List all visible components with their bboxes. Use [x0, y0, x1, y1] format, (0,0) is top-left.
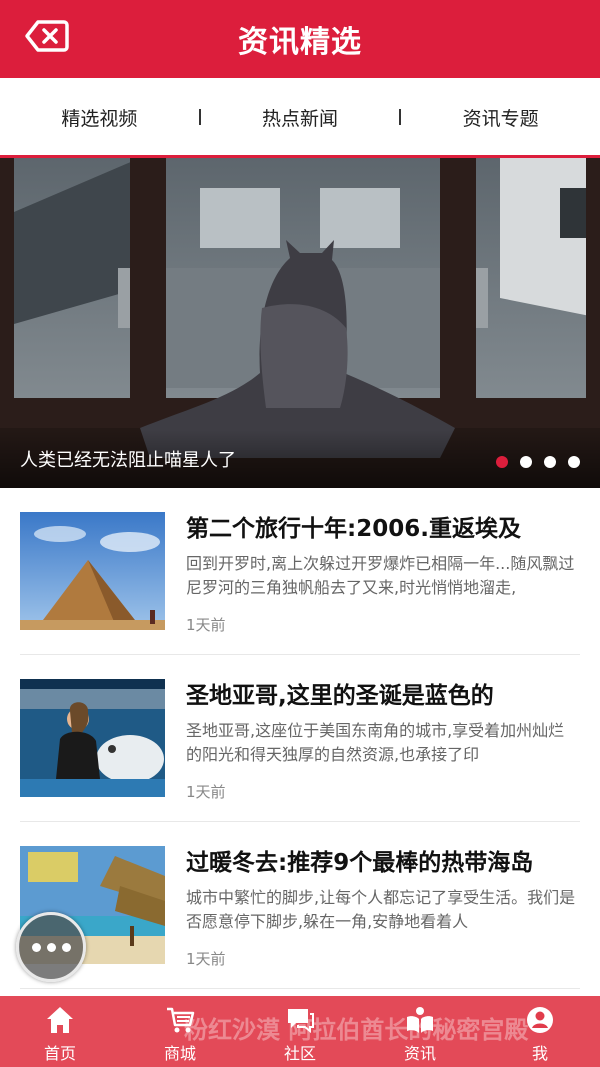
tab-hot-news[interactable]: 热点新闻 [201, 104, 400, 131]
carousel-dot[interactable] [520, 456, 532, 468]
more-dot-icon [31, 942, 41, 952]
article-list: 第二个旅行十年:2006.重返埃及 回到开罗时,离上次躲过开罗爆炸已相隔一年..… [0, 488, 600, 989]
article-item[interactable]: 第二个旅行十年:2006.重返埃及 回到开罗时,离上次躲过开罗爆炸已相隔一年..… [20, 488, 580, 655]
carousel-dot[interactable] [544, 456, 556, 468]
article-thumbnail-pyramid [20, 512, 165, 630]
home-icon [47, 1007, 73, 1033]
nav-item-community[interactable]: 社区 [240, 996, 360, 1067]
nav-label: 首页 [43, 1044, 76, 1063]
article-thumbnail-beluga [20, 679, 165, 797]
news-icon [407, 1007, 433, 1033]
article-time: 1天前 [186, 950, 226, 968]
more-dot-icon [61, 942, 71, 952]
article-summary: 回到开罗时,离上次躲过开罗爆炸已相隔一年...随风飘过尼罗河的三角独帆船去了又来… [186, 554, 575, 597]
banner-caption: 人类已经无法阻止喵星人了 [20, 450, 236, 471]
carousel-indicators [496, 456, 580, 468]
more-dot-icon [46, 942, 56, 952]
article-text: 第二个旅行十年:2006.重返埃及 回到开罗时,离上次躲过开罗爆炸已相隔一年..… [186, 512, 580, 635]
back-button[interactable] [24, 19, 70, 53]
nav-item-me[interactable]: 我 [480, 996, 600, 1067]
nav-label: 资讯 [403, 1044, 436, 1063]
article-time: 1天前 [186, 783, 226, 801]
tab-topics[interactable]: 资讯专题 [401, 104, 600, 131]
article-item[interactable]: 圣地亚哥,这里的圣诞是蓝色的 圣地亚哥,这座位于美国东南角的城市,享受着加州灿烂… [20, 655, 580, 822]
chat-icon [288, 1009, 314, 1034]
article-text: 圣地亚哥,这里的圣诞是蓝色的 圣地亚哥,这座位于美国东南角的城市,享受着加州灿烂… [186, 679, 580, 802]
app-header: 资讯精选 [0, 0, 600, 78]
nav-item-news[interactable]: 资讯 [360, 996, 480, 1067]
article-text: 过暖冬去:推荐9个最棒的热带海岛 城市中繁忙的脚步,让每个人都忘记了享受生活。我… [186, 846, 580, 969]
nav-label: 商城 [163, 1044, 196, 1063]
article-item[interactable]: 过暖冬去:推荐9个最棒的热带海岛 城市中繁忙的脚步,让每个人都忘记了享受生活。我… [20, 822, 580, 989]
tab-featured-video[interactable]: 精选视频 [0, 104, 199, 131]
article-title: 过暖冬去:推荐9个最棒的热带海岛 [186, 850, 534, 876]
cart-icon [167, 1007, 195, 1033]
carousel-dot[interactable] [568, 456, 580, 468]
article-title: 圣地亚哥,这里的圣诞是蓝色的 [186, 683, 494, 709]
page-title: 资讯精选 [238, 25, 362, 60]
carousel-dot[interactable] [496, 456, 508, 468]
nav-item-mall[interactable]: 商城 [120, 996, 240, 1067]
floating-more-button[interactable] [16, 912, 86, 982]
article-title: 第二个旅行十年:2006.重返埃及 [186, 516, 521, 542]
back-delete-icon [25, 20, 69, 52]
category-tabs: 精选视频 热点新闻 资讯专题 [0, 78, 600, 156]
user-icon [527, 1007, 553, 1033]
article-time: 1天前 [186, 616, 226, 634]
nav-label: 社区 [283, 1044, 316, 1063]
nav-label: 我 [531, 1044, 548, 1063]
banner-carousel[interactable]: 人类已经无法阻止喵星人了 [0, 158, 600, 488]
article-summary: 圣地亚哥,这座位于美国东南角的城市,享受着加州灿烂的阳光和得天独厚的自然资源,也… [186, 721, 565, 764]
bottom-nav: 首页 商城 社区 资讯 我 [0, 996, 600, 1067]
article-summary: 城市中繁忙的脚步,让每个人都忘记了享受生活。我们是否愿意停下脚步,躲在一角,安静… [186, 888, 576, 931]
nav-item-home[interactable]: 首页 [0, 996, 120, 1067]
